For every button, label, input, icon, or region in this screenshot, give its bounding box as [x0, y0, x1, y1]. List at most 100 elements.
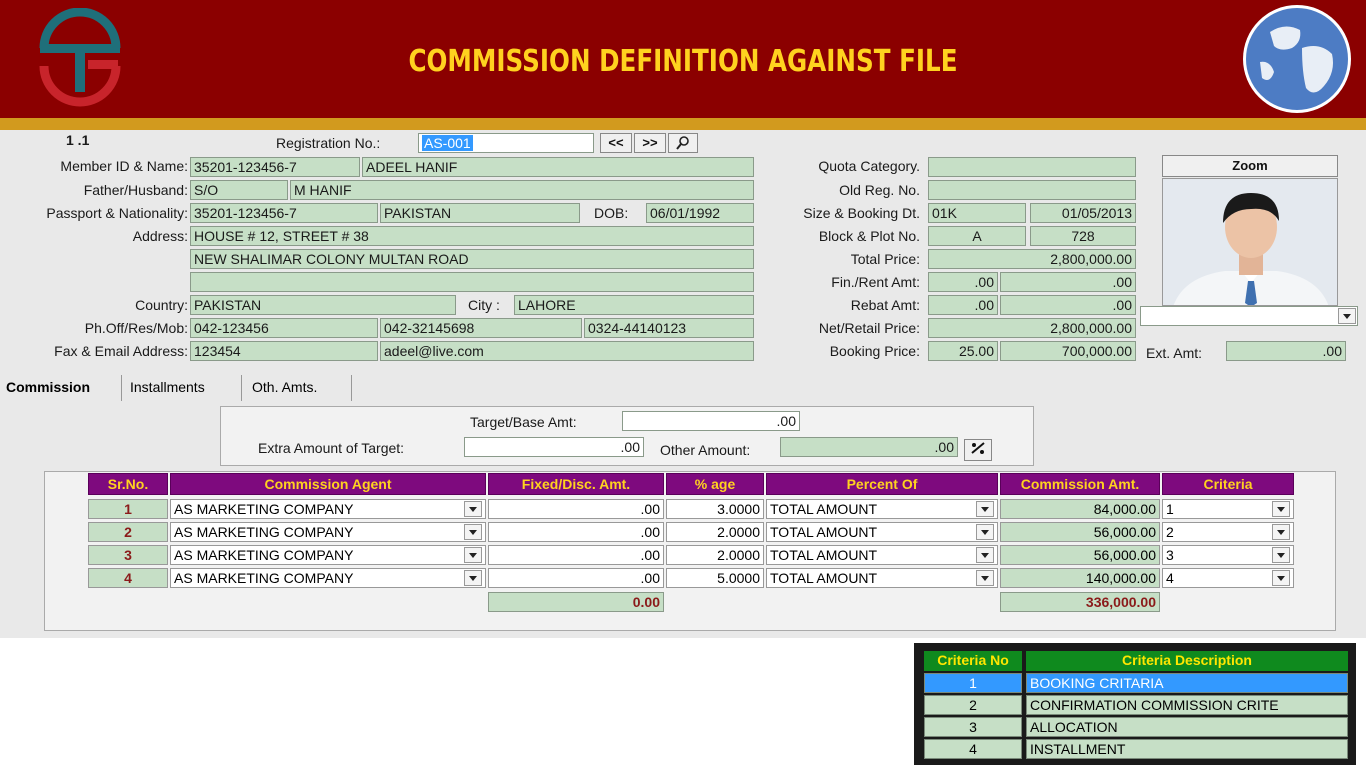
nationality-field[interactable]: PAKISTAN [380, 203, 580, 223]
row-agent-select[interactable]: AS MARKETING COMPANY [170, 568, 486, 588]
target-base-input[interactable]: .00 [622, 411, 800, 431]
chevron-down-icon [1343, 314, 1351, 319]
address-line1-field[interactable]: HOUSE # 12, STREET # 38 [190, 226, 754, 246]
phone-office-field[interactable]: 042-123456 [190, 318, 378, 338]
phone-mobile-field[interactable]: 0324-44140123 [584, 318, 754, 338]
father-name-field[interactable]: M HANIF [290, 180, 754, 200]
address-line3-field[interactable] [190, 272, 754, 292]
row-agent-select[interactable]: AS MARKETING COMPANY [170, 522, 486, 542]
old-reg-label: Old Reg. No. [839, 182, 920, 198]
email-field[interactable]: adeel@live.com [380, 341, 754, 361]
criteria-no[interactable]: 3 [924, 717, 1022, 737]
photo-select[interactable] [1140, 306, 1358, 326]
extra-amount-label: Extra Amount of Target: [258, 440, 405, 456]
row-criteria-dropdown[interactable] [1272, 570, 1290, 586]
member-id-field[interactable]: 35201-123456-7 [190, 157, 360, 177]
rebat-amount-field[interactable]: .00 [1000, 295, 1136, 315]
relation-field[interactable]: S/O [190, 180, 288, 200]
row-commission-amount: 140,000.00 [1000, 568, 1160, 588]
row-agent-dropdown[interactable] [464, 524, 482, 540]
fin-rent-amount-field[interactable]: .00 [1000, 272, 1136, 292]
row-commission-amount: 84,000.00 [1000, 499, 1160, 519]
member-name-field[interactable]: ADEEL HANIF [362, 157, 754, 177]
chevron-down-icon [981, 553, 989, 558]
row-percent-of-dropdown[interactable] [976, 570, 994, 586]
row-percent-of-select[interactable]: TOTAL AMOUNT [766, 545, 998, 565]
row-percent[interactable]: 2.0000 [666, 545, 764, 565]
other-amount-field[interactable]: .00 [780, 437, 958, 457]
chevron-down-icon [469, 507, 477, 512]
address-line2-field[interactable]: NEW SHALIMAR COLONY MULTAN ROAD [190, 249, 754, 269]
row-criteria-dropdown[interactable] [1272, 524, 1290, 540]
booking-pct-field[interactable]: 25.00 [928, 341, 998, 361]
old-reg-field[interactable] [928, 180, 1136, 200]
criteria-description[interactable]: CONFIRMATION COMMISSION CRITE [1026, 695, 1348, 715]
zoom-button[interactable]: Zoom [1162, 155, 1338, 177]
row-percent-of-dropdown[interactable] [976, 547, 994, 563]
total-price-label: Total Price: [850, 251, 920, 267]
block-field[interactable]: A [928, 226, 1026, 246]
row-fixed-amount[interactable]: .00 [488, 522, 664, 542]
father-label: Father/Husband: [83, 182, 188, 198]
target-base-label: Target/Base Amt: [470, 414, 577, 430]
extra-amount-input[interactable]: .00 [464, 437, 644, 457]
row-fixed-amount[interactable]: .00 [488, 545, 664, 565]
registration-input[interactable]: AS-001 [418, 133, 594, 153]
phone-residence-field[interactable]: 042-32145698 [380, 318, 582, 338]
row-commission-amount: 56,000.00 [1000, 545, 1160, 565]
row-percent-of-dropdown[interactable] [976, 501, 994, 517]
criteria-no[interactable]: 4 [924, 739, 1022, 759]
row-agent-select[interactable]: AS MARKETING COMPANY [170, 545, 486, 565]
row-percent-of-select[interactable]: TOTAL AMOUNT [766, 499, 998, 519]
booking-price-field[interactable]: 700,000.00 [1000, 341, 1136, 361]
criteria-description[interactable]: BOOKING CRITARIA [1026, 673, 1348, 693]
tab-other-amounts[interactable]: Oth. Amts. [246, 375, 352, 401]
registration-label: Registration No.: [276, 135, 381, 151]
globe-icon [1243, 5, 1351, 113]
calculate-button[interactable] [964, 439, 992, 461]
row-criteria-dropdown[interactable] [1272, 547, 1290, 563]
record-number: 1 .1 [66, 132, 90, 148]
fin-rent-pct-field[interactable]: .00 [928, 272, 998, 292]
photo-select-dropdown[interactable] [1338, 308, 1356, 324]
fax-email-label: Fax & Email Address: [54, 343, 188, 359]
passport-field[interactable]: 35201-123456-7 [190, 203, 378, 223]
row-criteria-dropdown[interactable] [1272, 501, 1290, 517]
criteria-description[interactable]: ALLOCATION [1026, 717, 1348, 737]
country-field[interactable]: PAKISTAN [190, 295, 456, 315]
fax-field[interactable]: 123454 [190, 341, 378, 361]
next-record-button[interactable]: >> [634, 133, 666, 153]
row-agent-dropdown[interactable] [464, 570, 482, 586]
row-percent[interactable]: 3.0000 [666, 499, 764, 519]
row-fixed-amount[interactable]: .00 [488, 499, 664, 519]
row-percent-of-dropdown[interactable] [976, 524, 994, 540]
row-percent-of-select[interactable]: TOTAL AMOUNT [766, 568, 998, 588]
page-header: COMMISSION DEFINITION AGAINST FILE [0, 0, 1366, 118]
search-button[interactable] [668, 133, 698, 153]
dob-field[interactable]: 06/01/1992 [646, 203, 754, 223]
row-percent[interactable]: 5.0000 [666, 568, 764, 588]
booking-date-field[interactable]: 01/05/2013 [1030, 203, 1136, 223]
criteria-description[interactable]: INSTALLMENT [1026, 739, 1348, 759]
row-agent-select[interactable]: AS MARKETING COMPANY [170, 499, 486, 519]
row-percent-of-select[interactable]: TOTAL AMOUNT [766, 522, 998, 542]
city-label: City : [468, 297, 500, 313]
ext-amount-field[interactable]: .00 [1226, 341, 1346, 361]
row-percent[interactable]: 2.0000 [666, 522, 764, 542]
city-field[interactable]: LAHORE [514, 295, 754, 315]
quota-field[interactable] [928, 157, 1136, 177]
rebat-pct-field[interactable]: .00 [928, 295, 998, 315]
previous-record-button[interactable]: << [600, 133, 632, 153]
size-field[interactable]: 01K [928, 203, 1026, 223]
net-retail-field[interactable]: 2,800,000.00 [928, 318, 1136, 338]
row-agent-dropdown[interactable] [464, 547, 482, 563]
criteria-no[interactable]: 1 [924, 673, 1022, 693]
tab-commission[interactable]: Commission [0, 375, 122, 401]
plot-field[interactable]: 728 [1030, 226, 1136, 246]
criteria-no[interactable]: 2 [924, 695, 1022, 715]
row-agent-dropdown[interactable] [464, 501, 482, 517]
row-fixed-amount[interactable]: .00 [488, 568, 664, 588]
row-sr: 4 [88, 568, 168, 588]
tab-installments[interactable]: Installments [124, 375, 242, 401]
total-price-field[interactable]: 2,800,000.00 [928, 249, 1136, 269]
